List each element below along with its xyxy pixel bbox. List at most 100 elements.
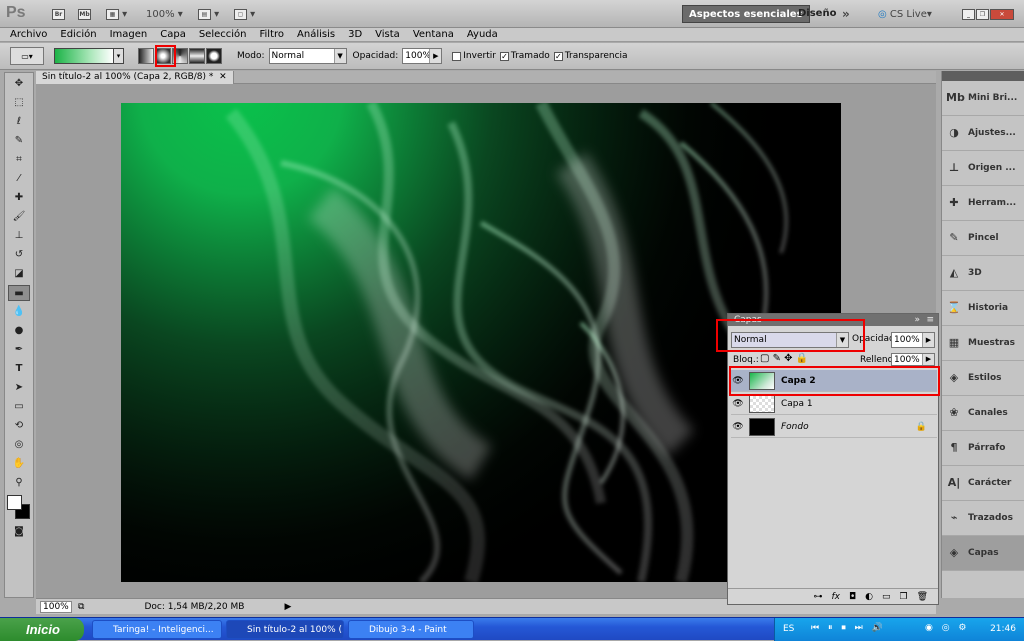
marquee-tool-icon[interactable]: ⬚ bbox=[8, 95, 30, 111]
document-tab[interactable]: Sin título-2 al 100% (Capa 2, RGB/8) * ✕ bbox=[36, 71, 234, 84]
dock-paragraph[interactable]: ¶ Párrafo bbox=[942, 431, 1024, 466]
adjustment-layer-icon[interactable]: ◐ bbox=[865, 592, 873, 602]
panel-collapse-icon[interactable]: » bbox=[914, 314, 920, 326]
dock-history[interactable]: ⌛ Historia bbox=[942, 291, 1024, 326]
layer-row-capa-2[interactable]: 👁 Capa 2 bbox=[731, 370, 937, 392]
dock-channels[interactable]: ❀ Canales bbox=[942, 396, 1024, 431]
taskbar-paint[interactable]: Dibujo 3-4 - Paint bbox=[348, 620, 474, 639]
dock-swatches[interactable]: ▦ Muestras bbox=[942, 326, 1024, 361]
invert-checkbox[interactable]: Invertir bbox=[452, 51, 496, 61]
pen-tool-icon[interactable]: ✒ bbox=[8, 342, 30, 358]
menu-archivo[interactable]: Archivo bbox=[10, 29, 47, 40]
menu-filtro[interactable]: Filtro bbox=[260, 29, 285, 40]
menu-edicion[interactable]: Edición bbox=[60, 29, 96, 40]
status-menu-arrow-icon[interactable]: ▶ bbox=[284, 602, 291, 612]
menu-ayuda[interactable]: Ayuda bbox=[467, 29, 498, 40]
layer-mask-icon[interactable]: ◘ bbox=[849, 592, 856, 602]
mode-select[interactable]: Normal ▼ bbox=[268, 48, 347, 64]
dock-adjustments[interactable]: ◑ Ajustes... bbox=[942, 116, 1024, 151]
layer-style-icon[interactable]: fx bbox=[831, 592, 840, 602]
tool-preset-picker[interactable]: ▭▾ bbox=[10, 47, 44, 65]
lock-icons[interactable]: ▢ ✎ ✥ 🔒 bbox=[760, 353, 808, 364]
screen-mode-button[interactable]: ▢ ▾ bbox=[234, 6, 255, 22]
workspace-essentials-button[interactable]: Aspectos esenciales bbox=[682, 5, 810, 23]
menu-analisis[interactable]: Análisis bbox=[297, 29, 335, 40]
eraser-tool-icon[interactable]: ◪ bbox=[8, 266, 30, 282]
language-indicator[interactable]: ES bbox=[783, 624, 794, 634]
dock-3d[interactable]: ◭ 3D bbox=[942, 256, 1024, 291]
dock-mini-bridge[interactable]: Mb Mini Bri... bbox=[942, 81, 1024, 116]
color-swatches[interactable] bbox=[6, 495, 32, 521]
dock-clone-source[interactable]: ⊥ Origen ... bbox=[942, 151, 1024, 186]
dock-paths[interactable]: ⌁ Trazados bbox=[942, 501, 1024, 536]
dock-styles[interactable]: ◈ Estilos bbox=[942, 361, 1024, 396]
brush-tool-icon[interactable]: 🖌 bbox=[8, 209, 30, 225]
cs-live-button[interactable]: ◎ CS Live ▾ bbox=[878, 6, 932, 22]
menu-3d[interactable]: 3D bbox=[348, 29, 362, 40]
stamp-tool-icon[interactable]: ⊥ bbox=[8, 228, 30, 244]
layer-row-capa-1[interactable]: 👁 Capa 1 bbox=[731, 393, 937, 415]
view-extras-button[interactable]: ▦ ▾ bbox=[106, 6, 127, 22]
eye-icon[interactable]: 👁 bbox=[731, 422, 745, 432]
move-tool-icon[interactable]: ✥ bbox=[8, 76, 30, 92]
new-layer-icon[interactable]: ❐ bbox=[899, 592, 907, 602]
transparency-checkbox[interactable]: ✓ Transparencia bbox=[553, 51, 628, 61]
tray-icons[interactable]: ◉ ◎ ⚙ bbox=[925, 623, 970, 633]
foreground-color-swatch[interactable] bbox=[7, 495, 22, 510]
path-select-tool-icon[interactable]: ➤ bbox=[8, 380, 30, 396]
gradient-swatch[interactable] bbox=[54, 48, 114, 64]
angle-gradient-button[interactable] bbox=[172, 48, 188, 64]
crop-tool-icon[interactable]: ⌗ bbox=[8, 152, 30, 168]
minimize-button[interactable]: _ bbox=[962, 6, 975, 22]
link-layers-icon[interactable]: ⊶ bbox=[813, 592, 822, 602]
layer-opacity-input[interactable]: 100% ▶ bbox=[891, 332, 935, 348]
start-button[interactable]: Inicio bbox=[0, 618, 84, 641]
bridge-button[interactable]: Br bbox=[52, 6, 65, 22]
opacity-input[interactable]: 100% ▶ bbox=[402, 48, 443, 64]
linear-gradient-button[interactable] bbox=[138, 48, 154, 64]
menu-ventana[interactable]: Ventana bbox=[413, 29, 454, 40]
hand-tool-icon[interactable]: ✋ bbox=[8, 456, 30, 472]
panel-menu-icon[interactable]: ≡ bbox=[926, 314, 934, 326]
media-controls[interactable]: ⏮ ⏸ ⏹ ⏭ 🔊 bbox=[811, 623, 886, 633]
zoom-level-select[interactable]: 100% ▾ bbox=[146, 6, 183, 22]
dither-checkbox[interactable]: ✓ Tramado bbox=[499, 51, 550, 61]
menu-seleccion[interactable]: Selección bbox=[199, 29, 247, 40]
layer-row-fondo[interactable]: 👁 Fondo 🔒 bbox=[731, 416, 937, 438]
taskbar-chrome[interactable]: Taringa! - Inteligenci... bbox=[92, 620, 222, 639]
eyedropper-tool-icon[interactable]: ⁄ bbox=[8, 171, 30, 187]
history-brush-icon[interactable]: ↺ bbox=[8, 247, 30, 263]
reflected-gradient-button[interactable] bbox=[189, 48, 205, 64]
shape-tool-icon[interactable]: ▭ bbox=[8, 399, 30, 415]
layers-panel-header[interactable]: Capas » ≡ bbox=[728, 314, 938, 326]
eye-icon[interactable]: 👁 bbox=[731, 399, 745, 409]
dock-brush[interactable]: ✎ Pincel bbox=[942, 221, 1024, 256]
lasso-tool-icon[interactable]: ℓ bbox=[8, 114, 30, 130]
close-tab-icon[interactable]: ✕ bbox=[219, 72, 227, 82]
diamond-gradient-button[interactable] bbox=[206, 48, 222, 64]
close-window-button[interactable]: ✕ bbox=[990, 6, 1014, 22]
quick-mask-icon[interactable]: ◙ bbox=[8, 524, 30, 540]
mini-bridge-button[interactable]: Mb bbox=[78, 6, 91, 22]
dock-character[interactable]: A| Carácter bbox=[942, 466, 1024, 501]
fill-input[interactable]: 100% ▶ bbox=[891, 353, 935, 366]
blur-tool-icon[interactable]: 💧 bbox=[8, 304, 30, 320]
dock-tool-presets[interactable]: ✚ Herram... bbox=[942, 186, 1024, 221]
menu-capa[interactable]: Capa bbox=[160, 29, 186, 40]
arrange-documents-button[interactable]: ▤ ▾ bbox=[198, 6, 219, 22]
status-icon[interactable]: ⧉ bbox=[78, 602, 84, 612]
dodge-tool-icon[interactable]: ● bbox=[8, 323, 30, 339]
healing-tool-icon[interactable]: ✚ bbox=[8, 190, 30, 206]
dock-layers[interactable]: ◈ Capas bbox=[942, 536, 1024, 571]
quick-select-tool-icon[interactable]: ✎ bbox=[8, 133, 30, 149]
taskbar-photoshop[interactable]: Sin título-2 al 100% (... bbox=[226, 620, 344, 639]
type-tool-icon[interactable]: T bbox=[8, 361, 30, 377]
more-workspaces-icon[interactable]: » bbox=[842, 6, 850, 22]
3d-rotate-tool-icon[interactable]: ⟲ bbox=[8, 418, 30, 434]
gradient-tool-icon[interactable]: ▬ bbox=[8, 285, 30, 301]
status-zoom[interactable]: 100% bbox=[40, 600, 72, 613]
eye-icon[interactable]: 👁 bbox=[731, 376, 745, 386]
restore-button[interactable]: ❐ bbox=[976, 6, 989, 22]
menu-vista[interactable]: Vista bbox=[375, 29, 400, 40]
3d-orbit-tool-icon[interactable]: ◎ bbox=[8, 437, 30, 453]
